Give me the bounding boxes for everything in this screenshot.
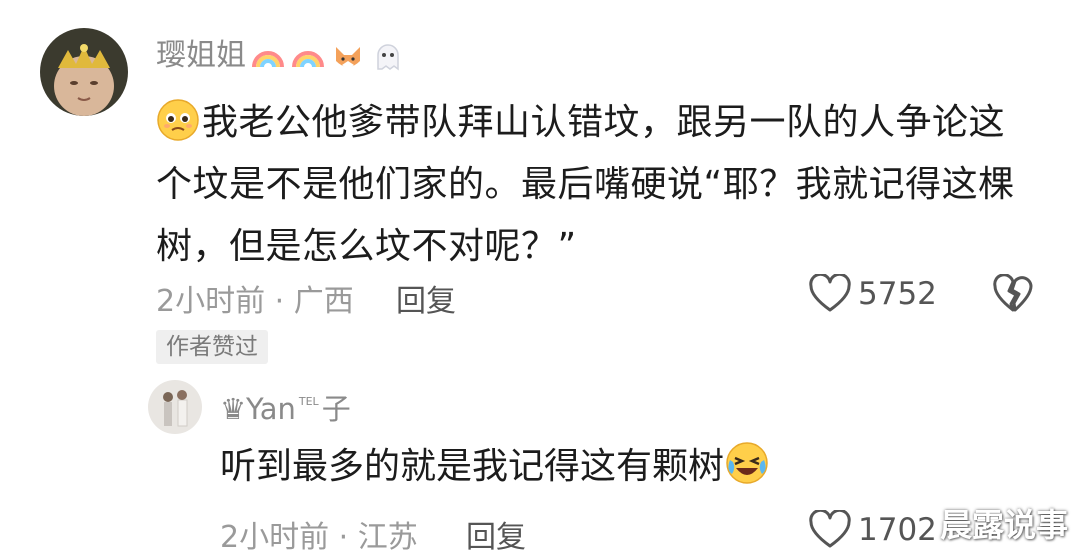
avatar-image [40,28,128,116]
watermark-text: 晨露说事 [939,506,1068,544]
commenter-username[interactable]: 璎姐姐 [156,38,246,73]
reply-time: 2小时前 [220,520,330,555]
broken-heart-icon[interactable] [992,274,1034,314]
author-liked-badge: 作者赞过 [156,330,268,364]
like-heart-icon[interactable] [808,274,852,314]
meta-separator: · [265,284,294,319]
comment-meta: 2小时前 · 广西 [156,276,354,320]
ghost-icon [370,39,406,75]
reply-like-count: 1702 [858,512,937,548]
laughing-crying-face-icon [724,440,770,486]
like-count: 5752 [858,276,937,312]
rainbow-icon [250,39,286,75]
commenter-avatar[interactable] [40,28,128,116]
fox-icon [330,39,366,75]
rainbow-icon [290,39,326,75]
comment-text: 我老公他爹带队拜山认错坟，跟另一队的人争论这个坟是不是他们家的。最后嘴硬说“耶？… [156,102,1015,267]
commenter-username-row[interactable]: 璎姐姐 [156,30,406,75]
comment-text-block: 我老公他爹带队拜山认错坟，跟另一队的人争论这个坟是不是他们家的。最后嘴硬说“耶？… [156,92,1036,278]
reply-location: 江苏 [357,520,418,555]
reply-text: 听到最多的就是我记得这有颗树 [220,446,725,487]
avatar-image [148,380,202,434]
reply-text-block: 听到最多的就是我记得这有颗树 [220,440,772,494]
reply-meta: 2小时前 · 江苏 [220,512,418,556]
pleading-face-icon [156,98,200,142]
comment-location: 广西 [293,284,354,319]
reply-reply-button[interactable]: 回复 [466,512,526,556]
replier-username-suffix[interactable]: 子 [322,392,351,426]
reply-button[interactable]: 回复 [396,276,456,320]
comment-time: 2小时前 [156,284,266,319]
replier-username-sup: TEL [298,395,319,408]
replier-username-row[interactable]: ♛Yan TEL 子 [220,386,351,428]
replier-avatar[interactable] [148,380,202,434]
reply-like-heart-icon[interactable] [808,510,852,550]
replier-username-prefix[interactable]: ♛Yan [220,392,296,426]
meta-separator: · [329,520,358,555]
